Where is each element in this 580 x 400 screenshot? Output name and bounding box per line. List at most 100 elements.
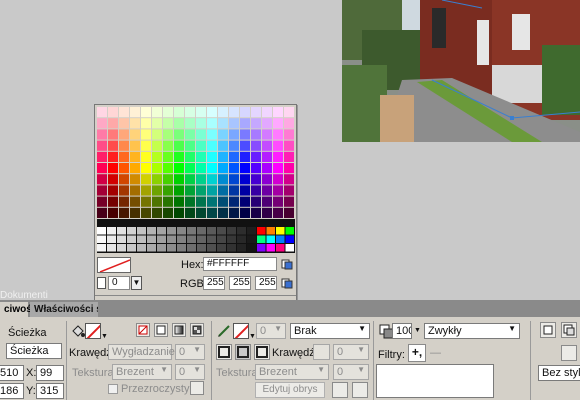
color-swatch[interactable]: [229, 163, 239, 174]
primary-swatch[interactable]: [257, 227, 266, 235]
color-swatch[interactable]: [185, 207, 195, 218]
gray-swatch[interactable]: [127, 235, 136, 244]
gray-swatch[interactable]: [197, 235, 206, 244]
color-swatch[interactable]: [152, 174, 162, 185]
color-swatch[interactable]: [251, 185, 261, 196]
color-swatch[interactable]: [130, 196, 140, 207]
color-swatch[interactable]: [163, 107, 173, 118]
fill-texture-select[interactable]: Brezent ▼: [112, 364, 172, 380]
color-swatch[interactable]: [229, 185, 239, 196]
gray-swatch[interactable]: [177, 227, 186, 235]
fill-options-button[interactable]: [190, 381, 204, 395]
color-swatch[interactable]: [119, 140, 129, 151]
alpha-input[interactable]: 0: [108, 276, 130, 290]
gray-swatch[interactable]: [217, 244, 226, 252]
red-input[interactable]: 255: [203, 276, 225, 290]
color-swatch[interactable]: [97, 129, 107, 140]
primary-swatch[interactable]: [257, 244, 266, 252]
color-swatch[interactable]: [229, 118, 239, 129]
color-swatch[interactable]: [273, 174, 283, 185]
color-swatch[interactable]: [163, 151, 173, 162]
color-swatch[interactable]: [273, 185, 283, 196]
color-swatch[interactable]: [262, 107, 272, 118]
stroke-dropdown-icon[interactable]: ▼: [249, 333, 256, 340]
stroke-texture-amount[interactable]: 0 ▼: [333, 364, 369, 380]
gray-swatch[interactable]: [237, 235, 246, 244]
opacity-input[interactable]: 100: [392, 323, 412, 339]
color-swatch[interactable]: [185, 140, 195, 151]
color-swatch[interactable]: [262, 207, 272, 218]
gray-swatch[interactable]: [247, 227, 256, 235]
fill-solid-button[interactable]: [154, 323, 168, 337]
edit-stroke-button[interactable]: Edytuj obrys: [255, 382, 325, 398]
gray-swatch[interactable]: [147, 244, 156, 252]
color-swatch[interactable]: [207, 196, 217, 207]
color-swatch[interactable]: [218, 107, 228, 118]
color-swatch[interactable]: [185, 185, 195, 196]
color-swatch[interactable]: [229, 174, 239, 185]
style-select[interactable]: Bez stylu: [538, 365, 580, 381]
color-swatch[interactable]: [262, 174, 272, 185]
color-swatch[interactable]: [207, 185, 217, 196]
color-swatch[interactable]: [196, 174, 206, 185]
color-swatch[interactable]: [163, 118, 173, 129]
gray-swatch[interactable]: [187, 227, 196, 235]
gray-swatch[interactable]: [177, 235, 186, 244]
color-swatch[interactable]: [130, 174, 140, 185]
gray-swatch[interactable]: [107, 235, 116, 244]
color-swatch[interactable]: [130, 163, 140, 174]
color-swatch[interactable]: [218, 118, 228, 129]
primary-swatch[interactable]: [285, 227, 295, 235]
primary-swatch[interactable]: [276, 227, 285, 235]
color-swatch[interactable]: [108, 196, 118, 207]
gray-swatch[interactable]: [217, 235, 226, 244]
color-swatch[interactable]: [141, 129, 151, 140]
color-swatch[interactable]: [284, 174, 294, 185]
color-swatch[interactable]: [108, 107, 118, 118]
gray-swatch[interactable]: [207, 235, 216, 244]
color-swatch[interactable]: [97, 118, 107, 129]
color-swatch[interactable]: [240, 185, 250, 196]
hex-input[interactable]: #FFFFFF: [203, 257, 277, 271]
color-swatch[interactable]: [229, 129, 239, 140]
color-swatch[interactable]: [163, 140, 173, 151]
color-swatch[interactable]: [251, 151, 261, 162]
color-swatch[interactable]: [174, 129, 184, 140]
gray-swatch[interactable]: [137, 244, 146, 252]
color-swatch[interactable]: [207, 140, 217, 151]
primary-swatch[interactable]: [276, 244, 285, 252]
green-input[interactable]: 255: [229, 276, 251, 290]
color-swatch[interactable]: [119, 185, 129, 196]
color-swatch[interactable]: [174, 207, 184, 218]
color-swatch[interactable]: [108, 129, 118, 140]
color-swatch[interactable]: [163, 185, 173, 196]
stroke-color-swatch[interactable]: [233, 323, 249, 339]
color-swatch[interactable]: [240, 207, 250, 218]
gray-swatch[interactable]: [137, 227, 146, 235]
color-swatch[interactable]: [207, 207, 217, 218]
stroke-center-button[interactable]: [235, 344, 251, 360]
color-swatch[interactable]: [284, 140, 294, 151]
color-swatch[interactable]: [141, 196, 151, 207]
color-swatch[interactable]: [196, 107, 206, 118]
color-swatch[interactable]: [141, 151, 151, 162]
color-swatch[interactable]: [152, 151, 162, 162]
color-swatch[interactable]: [240, 163, 250, 174]
color-swatch[interactable]: [262, 185, 272, 196]
color-swatch[interactable]: [108, 207, 118, 218]
color-swatch[interactable]: [196, 140, 206, 151]
color-swatch[interactable]: [262, 163, 272, 174]
color-swatch[interactable]: [163, 207, 173, 218]
blue-input[interactable]: 255: [255, 276, 277, 290]
stroke-edge-amount[interactable]: 0 ▼: [333, 344, 369, 360]
color-swatch[interactable]: [119, 163, 129, 174]
color-swatch[interactable]: [273, 129, 283, 140]
color-swatch[interactable]: [97, 196, 107, 207]
color-swatch[interactable]: [207, 129, 217, 140]
stroke-option-button-2[interactable]: [352, 382, 368, 398]
color-swatch[interactable]: [152, 129, 162, 140]
color-swatch[interactable]: [174, 163, 184, 174]
gray-swatch[interactable]: [127, 244, 136, 252]
color-swatch[interactable]: [141, 174, 151, 185]
color-swatch[interactable]: [240, 151, 250, 162]
